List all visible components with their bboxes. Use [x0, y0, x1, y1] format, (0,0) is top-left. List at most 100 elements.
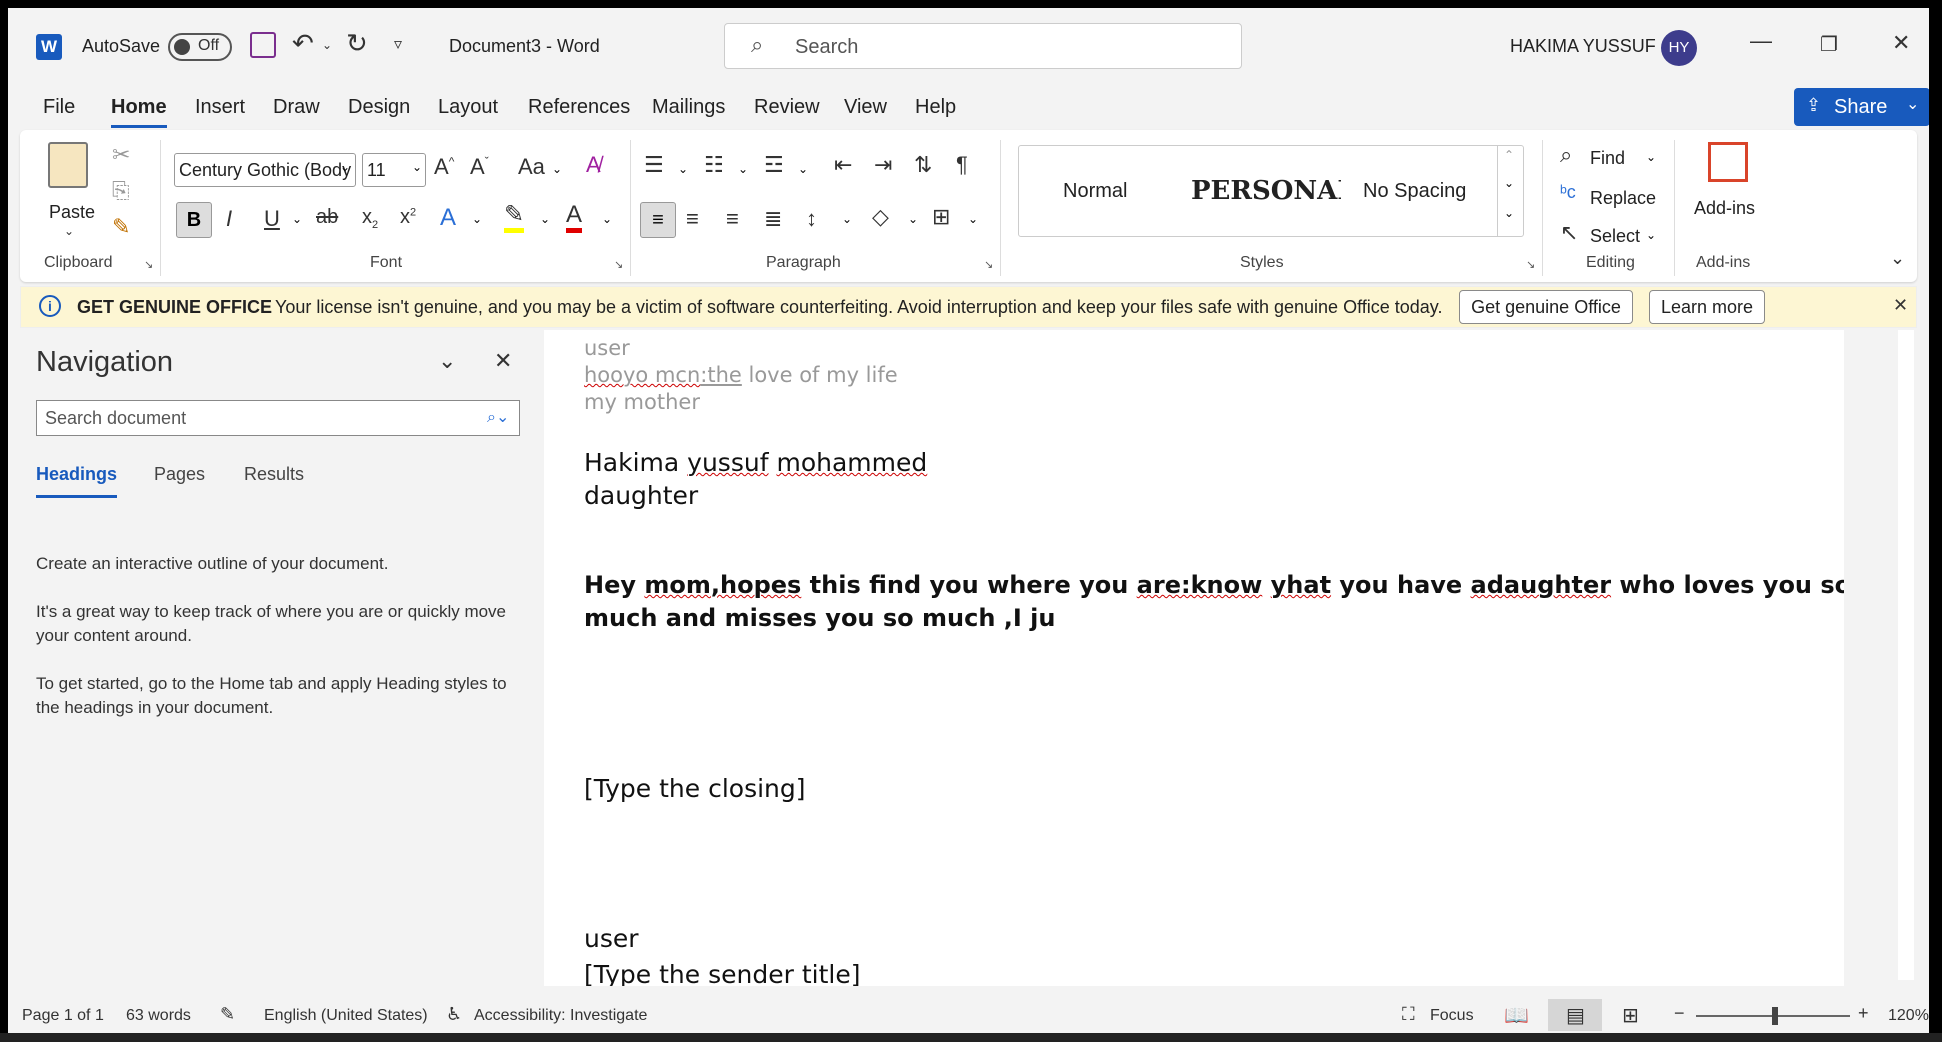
select-button[interactable]: Select — [1590, 226, 1640, 247]
tab-file[interactable]: File — [43, 96, 75, 119]
web-layout-icon[interactable]: ⊞ — [1622, 1003, 1639, 1028]
undo-icon[interactable]: ↶ — [292, 28, 314, 59]
tab-view[interactable]: View — [844, 96, 887, 119]
cut-icon[interactable]: ✂ — [112, 142, 130, 168]
find-button[interactable]: Find — [1590, 148, 1625, 169]
tab-mailings[interactable]: Mailings — [652, 96, 725, 119]
avatar[interactable]: HY — [1661, 30, 1697, 66]
shading-dropdown-icon[interactable]: ⌄ — [908, 212, 918, 226]
save-icon[interactable] — [250, 32, 276, 58]
select-icon[interactable]: ↖ — [1560, 220, 1578, 246]
style-personal[interactable]: PERSONAI — [1191, 176, 1341, 206]
styles-up-icon[interactable]: ⌃ — [1504, 148, 1514, 162]
style-no-spacing[interactable]: No Spacing — [1363, 180, 1466, 203]
highlight-dropdown-icon[interactable]: ⌄ — [540, 212, 550, 226]
tab-home[interactable]: Home — [111, 96, 167, 128]
paste-icon[interactable] — [48, 142, 88, 188]
numbering-dropdown-icon[interactable]: ⌄ — [738, 162, 748, 176]
add-ins-icon[interactable] — [1708, 142, 1748, 182]
tab-references[interactable]: References — [528, 96, 630, 119]
add-ins-button[interactable]: Add-ins — [1694, 198, 1755, 219]
decrease-indent-icon[interactable]: ⇤ — [834, 152, 852, 178]
tab-results[interactable]: Results — [244, 464, 304, 485]
tab-pages[interactable]: Pages — [154, 464, 205, 485]
close-button[interactable]: ✕ — [1892, 30, 1910, 56]
underline-dropdown-icon[interactable]: ⌄ — [292, 212, 302, 226]
font-launcher-icon[interactable]: ↘ — [614, 258, 623, 271]
tab-headings[interactable]: Headings — [36, 464, 118, 498]
search-document-input[interactable]: Search document ⌕⌄ — [36, 400, 520, 436]
paragraph-launcher-icon[interactable]: ↘ — [984, 258, 993, 271]
bullets-icon[interactable]: ☰ — [644, 152, 664, 178]
tab-help[interactable]: Help — [915, 96, 956, 119]
undo-dropdown-icon[interactable]: ⌄ — [322, 38, 332, 52]
zoom-in-icon[interactable]: + — [1858, 1003, 1869, 1024]
change-case-dropdown-icon[interactable]: ⌄ — [552, 162, 562, 176]
change-case-icon[interactable]: Aa — [518, 154, 545, 180]
doc-closing-placeholder[interactable]: [Type the closing] — [584, 774, 806, 803]
clipboard-launcher-icon[interactable]: ↘ — [144, 258, 153, 271]
zoom-out-icon[interactable]: − — [1674, 1003, 1685, 1024]
clear-formatting-icon[interactable]: A̸ — [586, 152, 601, 178]
subscript-button[interactable]: x2 — [362, 206, 378, 231]
underline-button[interactable]: U — [264, 206, 280, 232]
word-count[interactable]: 63 words — [126, 1007, 191, 1025]
copy-icon[interactable]: ⎘ — [112, 178, 130, 204]
minimize-button[interactable]: — — [1750, 28, 1772, 54]
share-button[interactable]: ⇪ Share ⌄ — [1794, 88, 1929, 126]
learn-more-button[interactable]: Learn more — [1649, 290, 1765, 324]
restore-button[interactable]: ❐ — [1820, 32, 1838, 57]
focus-icon[interactable]: ⛶ — [1402, 1004, 1415, 1025]
chevron-down-icon[interactable]: ⌄ — [438, 348, 456, 374]
italic-button[interactable]: I — [226, 206, 232, 232]
text-effects-icon[interactable]: A — [440, 204, 456, 232]
select-dropdown-icon[interactable]: ⌄ — [1646, 228, 1656, 242]
font-name-select[interactable]: Century Gothic (Body — [174, 153, 356, 187]
find-icon[interactable]: ⌕ — [1560, 142, 1572, 168]
align-right-icon[interactable]: ≡ — [726, 206, 739, 232]
doc-sender-title-placeholder[interactable]: [Type the sender title] — [584, 960, 860, 986]
bold-button[interactable]: B — [176, 202, 212, 238]
multilevel-list-dropdown-icon[interactable]: ⌄ — [798, 162, 808, 176]
shrink-font-icon[interactable]: Aˇ — [470, 154, 489, 180]
document-page[interactable]: user hooyo mcn:the love of my life my mo… — [544, 330, 1844, 986]
align-center-icon[interactable]: ≡ — [686, 206, 699, 232]
borders-dropdown-icon[interactable]: ⌄ — [968, 212, 978, 226]
numbering-icon[interactable]: ☷ — [704, 152, 724, 178]
get-genuine-office-button[interactable]: Get genuine Office — [1459, 290, 1633, 324]
zoom-level[interactable]: 120% — [1888, 1007, 1929, 1025]
shading-icon[interactable]: ◇ — [872, 204, 889, 230]
bullets-dropdown-icon[interactable]: ⌄ — [678, 162, 688, 176]
styles-launcher-icon[interactable]: ↘ — [1526, 258, 1535, 271]
close-pane-icon[interactable]: ✕ — [494, 348, 512, 374]
proofing-icon[interactable]: ✎ — [220, 1004, 235, 1025]
accessibility-icon[interactable]: ♿ — [446, 1004, 462, 1025]
borders-icon[interactable]: ⊞ — [932, 204, 950, 230]
multilevel-list-icon[interactable]: ☲ — [764, 152, 784, 178]
highlight-icon[interactable]: ✎ — [504, 202, 525, 233]
sort-icon[interactable]: ⇅ — [914, 152, 932, 178]
font-color-icon[interactable]: A — [566, 202, 583, 233]
language[interactable]: English (United States) — [264, 1007, 428, 1025]
zoom-slider[interactable] — [1696, 1007, 1850, 1025]
font-color-dropdown-icon[interactable]: ⌄ — [602, 212, 612, 226]
tab-insert[interactable]: Insert — [195, 96, 245, 119]
tab-draw[interactable]: Draw — [273, 96, 320, 119]
line-spacing-icon[interactable]: ↕ — [806, 206, 817, 232]
banner-close-icon[interactable]: ✕ — [1893, 295, 1908, 316]
page-count[interactable]: Page 1 of 1 — [22, 1007, 104, 1025]
grow-font-icon[interactable]: A^ — [434, 154, 454, 180]
increase-indent-icon[interactable]: ⇥ — [874, 152, 892, 178]
justify-icon[interactable]: ≣ — [764, 206, 782, 232]
font-size-dropdown-icon[interactable]: ⌄ — [412, 160, 422, 174]
style-normal[interactable]: Normal — [1063, 180, 1127, 203]
search-icon[interactable]: ⌕⌄ — [487, 401, 509, 435]
replace-button[interactable]: Replace — [1590, 188, 1656, 209]
share-dropdown-icon[interactable]: ⌄ — [1906, 94, 1919, 114]
strikethrough-button[interactable]: ab — [316, 206, 338, 229]
tab-review[interactable]: Review — [754, 96, 820, 119]
tab-layout[interactable]: Layout — [438, 96, 498, 119]
autosave-toggle[interactable]: Off — [168, 33, 232, 61]
tab-design[interactable]: Design — [348, 96, 410, 119]
read-mode-icon[interactable]: 📖 — [1504, 1003, 1529, 1028]
